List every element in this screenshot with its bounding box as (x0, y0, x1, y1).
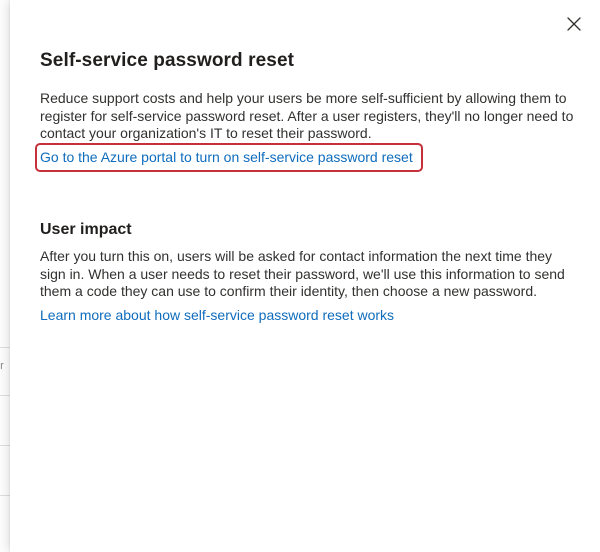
background-divider (0, 347, 10, 348)
azure-portal-link[interactable]: Go to the Azure portal to turn on self-s… (40, 149, 413, 165)
background-text-fragment: ur (0, 360, 4, 372)
close-icon (567, 17, 581, 31)
background-divider (0, 495, 10, 496)
background-divider (0, 395, 10, 396)
learn-more-link[interactable]: Learn more about how self-service passwo… (40, 307, 394, 323)
background-divider (0, 445, 10, 446)
close-button[interactable] (564, 14, 584, 34)
user-impact-text: After you turn this on, users will be as… (40, 248, 565, 299)
background-page: ur o s e (0, 0, 10, 552)
panel-title: Self-service password reset (40, 50, 295, 71)
user-impact-heading: User impact (40, 221, 132, 238)
panel-description: Reduce support costs and help your users… (40, 90, 574, 141)
sspr-flyout-panel: Self-service password reset Reduce suppo… (10, 0, 600, 552)
